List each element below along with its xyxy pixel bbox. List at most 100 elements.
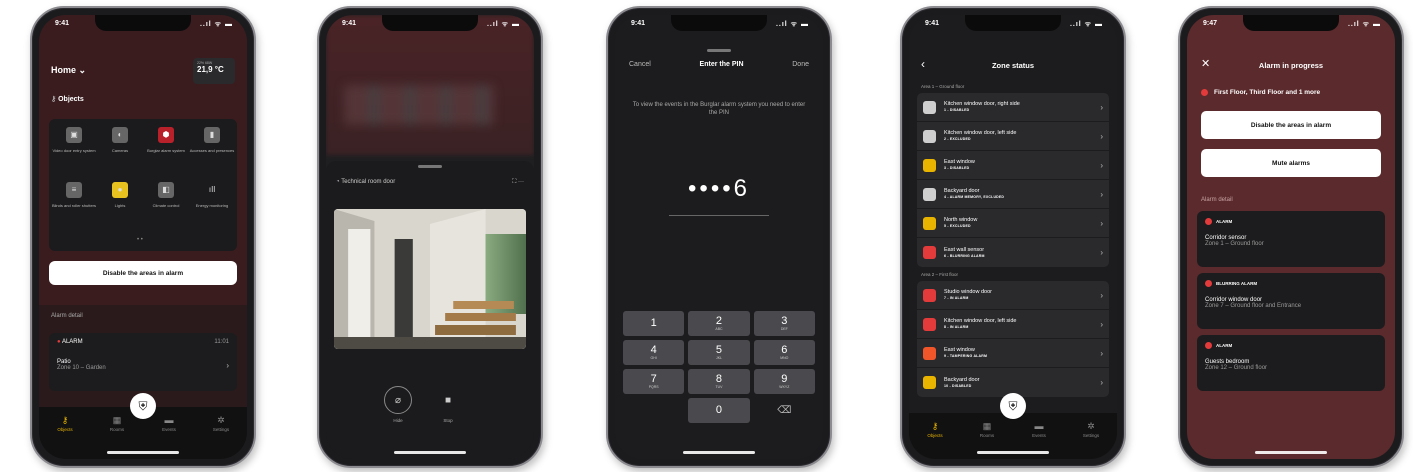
tab-objects[interactable]: ⚷ Objects xyxy=(45,415,85,459)
key-1[interactable]: 1 xyxy=(623,311,685,336)
zone-text: Kitchen window door, left side 2 - EXCLUD… xyxy=(944,130,1100,142)
zone-text: North window 5 - EXCLUDED xyxy=(944,217,1100,229)
object-label: Burglar alarm system xyxy=(147,148,185,153)
alarm-dot-icon: ● xyxy=(57,339,61,345)
disable-areas-button[interactable]: Disable the areas in alarm xyxy=(1201,111,1381,139)
fullscreen-icon[interactable]: ⛶ xyxy=(512,179,516,185)
object-label: Video door entry system xyxy=(52,148,96,153)
door-entry-icon: ▣ xyxy=(66,127,82,143)
sheet-handle[interactable] xyxy=(707,49,731,52)
key-digit: 0 xyxy=(715,404,723,416)
key-letters: DEF xyxy=(780,326,788,331)
object-tile[interactable]: ◐ Cameras xyxy=(97,127,143,182)
objects-grid: ▣ Video door entry system ◐ Cameras ⬢ Burgl… xyxy=(49,119,237,251)
zone-row[interactable]: Kitchen window door, right side 1 - DISAB… xyxy=(917,93,1109,122)
zone-name: East wall sensor xyxy=(944,246,985,253)
tab-settings[interactable]: ✲ Settings xyxy=(1071,421,1111,459)
home-selector[interactable]: Home ⌄ xyxy=(51,65,86,76)
zone-state: 4 - ALARM MEMORY, EXCLUDED xyxy=(944,195,1005,200)
status-bar: 9:41 ..ıl ᯤ ▬ xyxy=(925,20,1103,30)
alarm-card[interactable]: BLURRING ALARM Corridor window door Zone… xyxy=(1197,273,1385,329)
key-4[interactable]: 4 GHI xyxy=(623,340,685,365)
zone-state: 6 - BLURRING ALARM xyxy=(944,253,985,258)
object-label: Lights xyxy=(114,203,126,208)
key-9[interactable]: 9 WXYZ xyxy=(753,369,815,394)
zone-row[interactable]: North window 5 - EXCLUDED › xyxy=(917,209,1109,238)
zone-row[interactable]: Kitchen window door, left side 8 - IN ALA… xyxy=(917,310,1109,339)
alarm-dot-icon xyxy=(1205,218,1212,225)
zone-text: Backyard door 10 - DISABLED xyxy=(944,377,1100,389)
zone-text: Kitchen window door, left side 8 - IN ALA… xyxy=(944,318,1100,330)
phone-pin-screen: 9:41 ..ıl ᯤ ▬ Cancel Enter the PIN Done T… xyxy=(606,6,832,468)
alarm-badge-label: BLURRING ALARM xyxy=(1216,281,1258,286)
stop-control[interactable]: ■ Stop xyxy=(434,386,462,424)
sheet-handle[interactable] xyxy=(418,165,442,168)
disable-areas-button[interactable]: Disable the areas in alarm xyxy=(49,261,237,285)
tab-objects[interactable]: ⚷ Objects xyxy=(915,421,955,459)
mute-alarms-button[interactable]: Mute alarms xyxy=(1201,149,1381,177)
phone-camera-screen: 9:41 ..ıl ᯤ ▬ ◔ Technical room door ⛶ ··· xyxy=(317,6,543,468)
alarm-card[interactable]: ● ALARM 11:01 Patio Zone 10 – Garden › xyxy=(49,333,237,391)
zone-group: Studio window door 7 - IN ALARM › Kitchen w… xyxy=(917,281,1109,397)
key-0[interactable]: 0 xyxy=(688,398,750,423)
climate-icon: ◧ xyxy=(158,182,174,198)
key-3[interactable]: 3 DEF xyxy=(753,311,815,336)
zone-row[interactable]: Studio window door 7 - IN ALARM › xyxy=(917,281,1109,310)
camera-feed[interactable] xyxy=(334,209,526,349)
stop-icon: ■ xyxy=(444,394,452,406)
hide-control[interactable]: ⌀ Hide xyxy=(384,386,412,423)
key-icon: ⚷ xyxy=(931,421,939,431)
alarm-dot-icon xyxy=(1205,342,1212,349)
alarm-card[interactable]: ALARM Corridor sensor Zone 1 – Ground fl… xyxy=(1197,211,1385,267)
key-5[interactable]: 5 JKL xyxy=(688,340,750,365)
zone-state: 3 - DISABLED xyxy=(944,166,970,171)
object-tile[interactable]: ◧ Climate control xyxy=(143,182,189,237)
alarm-fab-button[interactable]: ⛨ xyxy=(130,393,156,419)
alarm-detail-title: Alarm detail xyxy=(1201,197,1233,203)
alarm-time: 11:01 xyxy=(214,339,229,345)
done-button[interactable]: Done xyxy=(792,61,809,68)
key-8[interactable]: 8 TUV xyxy=(688,369,750,394)
zone-name: Backyard door xyxy=(944,188,980,195)
object-tile[interactable]: ⬢ Burglar alarm system xyxy=(143,127,189,182)
alarm-fab-button[interactable]: ⛨ xyxy=(1000,393,1026,419)
chevron-right-icon: › xyxy=(1100,102,1103,112)
alarm-card[interactable]: ALARM Guests bedroom Zone 12 – Ground fl… xyxy=(1197,335,1385,391)
zone-sensor-icon xyxy=(923,100,936,114)
key-digit: 8 xyxy=(715,372,723,385)
object-tile[interactable]: ıIl Energy monitoring xyxy=(189,182,235,237)
home-indicator xyxy=(394,451,466,454)
more-icon[interactable]: ··· xyxy=(518,179,524,185)
zone-text: Kitchen window door, right side 1 - DISAB… xyxy=(944,101,1100,113)
screen: 9:41 ..ıl ᯤ ▬ ◔ Technical room door ⛶ ··· xyxy=(326,15,534,459)
home-label: Home xyxy=(51,65,77,75)
key-2[interactable]: 2 ABC xyxy=(688,311,750,336)
cancel-button[interactable]: Cancel xyxy=(629,61,651,68)
zone-state: 2 - EXCLUDED xyxy=(944,137,971,142)
zone-row[interactable]: Kitchen window door, left side 2 - EXCLUD… xyxy=(917,122,1109,151)
status-time: 9:41 xyxy=(55,20,70,27)
key-6[interactable]: 6 MNO xyxy=(753,340,815,365)
alarm-zone-detail: Zone 12 – Ground floor xyxy=(1205,365,1268,371)
temperature-widget[interactable]: 22% 68W 21,9 °C xyxy=(193,58,235,84)
zone-row[interactable]: East window 3 - DISABLED › xyxy=(917,151,1109,180)
object-tile[interactable]: ● Lights xyxy=(97,182,143,237)
key-7[interactable]: 7 PQRS xyxy=(623,369,685,394)
chevron-right-icon: › xyxy=(1100,378,1103,387)
chevron-right-icon: › xyxy=(1100,218,1103,228)
zone-row[interactable]: Backyard door 4 - ALARM MEMORY, EXCLUDED › xyxy=(917,180,1109,209)
backspace-key[interactable]: ⌫ xyxy=(754,398,815,423)
zone-row[interactable]: East wall sensor 6 - BLURRING ALARM › xyxy=(917,238,1109,267)
chevron-right-icon: › xyxy=(1100,348,1103,358)
status-time: 9:41 xyxy=(925,20,940,27)
object-tile[interactable]: ▮ Accesses and presences xyxy=(189,127,235,182)
zone-state: 10 - DISABLED xyxy=(944,383,972,388)
object-tile[interactable]: ▣ Video door entry system xyxy=(51,127,97,182)
tab-settings[interactable]: ✲ Settings xyxy=(201,415,241,459)
zone-text: Backyard door 4 - ALARM MEMORY, EXCLUDED xyxy=(944,188,1100,200)
zone-row[interactable]: East window 9 - TAMPERING ALARM › xyxy=(917,339,1109,368)
area-title: Area 2 – First floor xyxy=(921,272,959,277)
pin-input[interactable]: ••••6 xyxy=(615,175,823,203)
zone-sensor-icon xyxy=(923,288,936,302)
object-tile[interactable]: ≡ Blinds and roller shutters xyxy=(51,182,97,237)
